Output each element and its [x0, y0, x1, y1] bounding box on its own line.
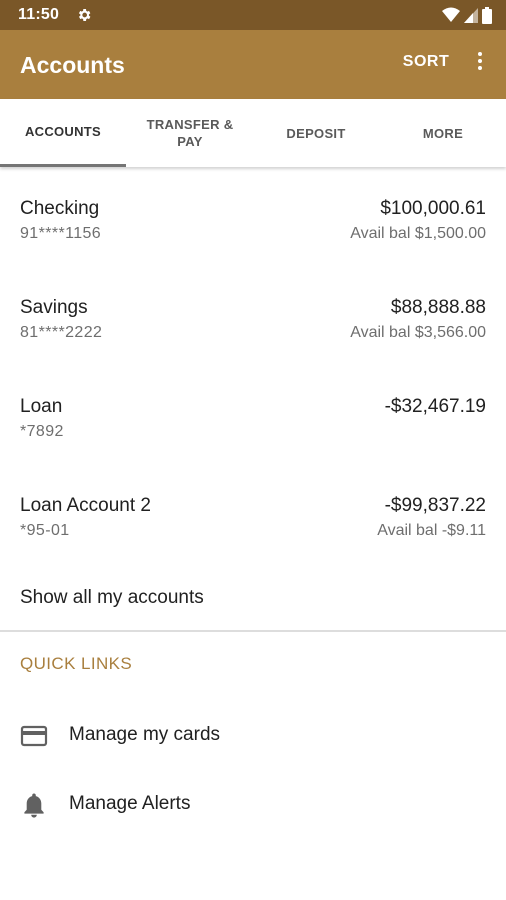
page-title: Accounts: [20, 52, 125, 78]
app-bar: Accounts SORT: [0, 30, 506, 99]
cell-signal-icon: [464, 7, 478, 23]
tab-accounts[interactable]: ACCOUNTS: [0, 99, 126, 167]
account-row-loan-account-2[interactable]: Loan Account 2 *95-01 -$99,837.22 Avail …: [0, 467, 506, 563]
account-number: *95-01: [20, 522, 70, 539]
account-balance: $88,888.88: [390, 297, 486, 318]
account-balance: -$32,467.19: [384, 396, 486, 417]
more-options-icon[interactable]: [468, 50, 492, 78]
account-name: Loan Account 2: [20, 495, 151, 516]
account-name: Loan: [20, 396, 63, 417]
bell-icon: [24, 793, 44, 818]
account-available-balance: Avail bal $1,500.00: [350, 225, 486, 242]
account-balance: $100,000.61: [380, 198, 486, 219]
wifi-icon: [442, 7, 460, 22]
status-bar: 11:50: [0, 0, 506, 30]
battery-icon: [482, 6, 492, 24]
show-all-accounts-link[interactable]: Show all my accounts: [20, 587, 204, 609]
sort-button[interactable]: SORT: [392, 53, 460, 71]
tab-transfer-pay[interactable]: TRANSFER & PAY: [127, 99, 253, 167]
account-name: Checking: [20, 198, 100, 219]
account-available-balance: Avail bal -$9.11: [377, 522, 486, 539]
quick-links-header: QUICK LINKS: [20, 654, 133, 673]
tab-deposit[interactable]: DEPOSIT: [253, 99, 379, 167]
account-available-balance: Avail bal $3,566.00: [350, 324, 486, 341]
account-number: 81****2222: [20, 324, 103, 341]
status-time: 11:50: [18, 6, 60, 23]
credit-card-icon: [20, 725, 48, 747]
settings-gear-icon: [78, 9, 91, 21]
divider: [0, 630, 506, 632]
account-row-savings[interactable]: Savings 81****2222 $88,888.88 Avail bal …: [0, 269, 506, 365]
account-row-checking[interactable]: Checking 91****1156 $100,000.61 Avail ba…: [0, 170, 506, 266]
tab-more[interactable]: MORE: [380, 99, 506, 167]
quick-link-label: Manage my cards: [69, 724, 221, 745]
account-number: 91****1156: [20, 225, 102, 242]
manage-alerts-link[interactable]: Manage Alerts: [0, 777, 506, 833]
account-name: Savings: [20, 297, 88, 318]
account-row-loan[interactable]: Loan *7892 -$32,467.19: [0, 368, 506, 464]
tab-bar: ACCOUNTS TRANSFER & PAY DEPOSIT MORE: [0, 99, 506, 167]
quick-link-label: Manage Alerts: [69, 793, 191, 814]
status-icons: [442, 6, 492, 24]
account-number: *7892: [20, 423, 64, 440]
account-balance: -$99,837.22: [384, 495, 486, 516]
manage-cards-link[interactable]: Manage my cards: [0, 708, 506, 764]
